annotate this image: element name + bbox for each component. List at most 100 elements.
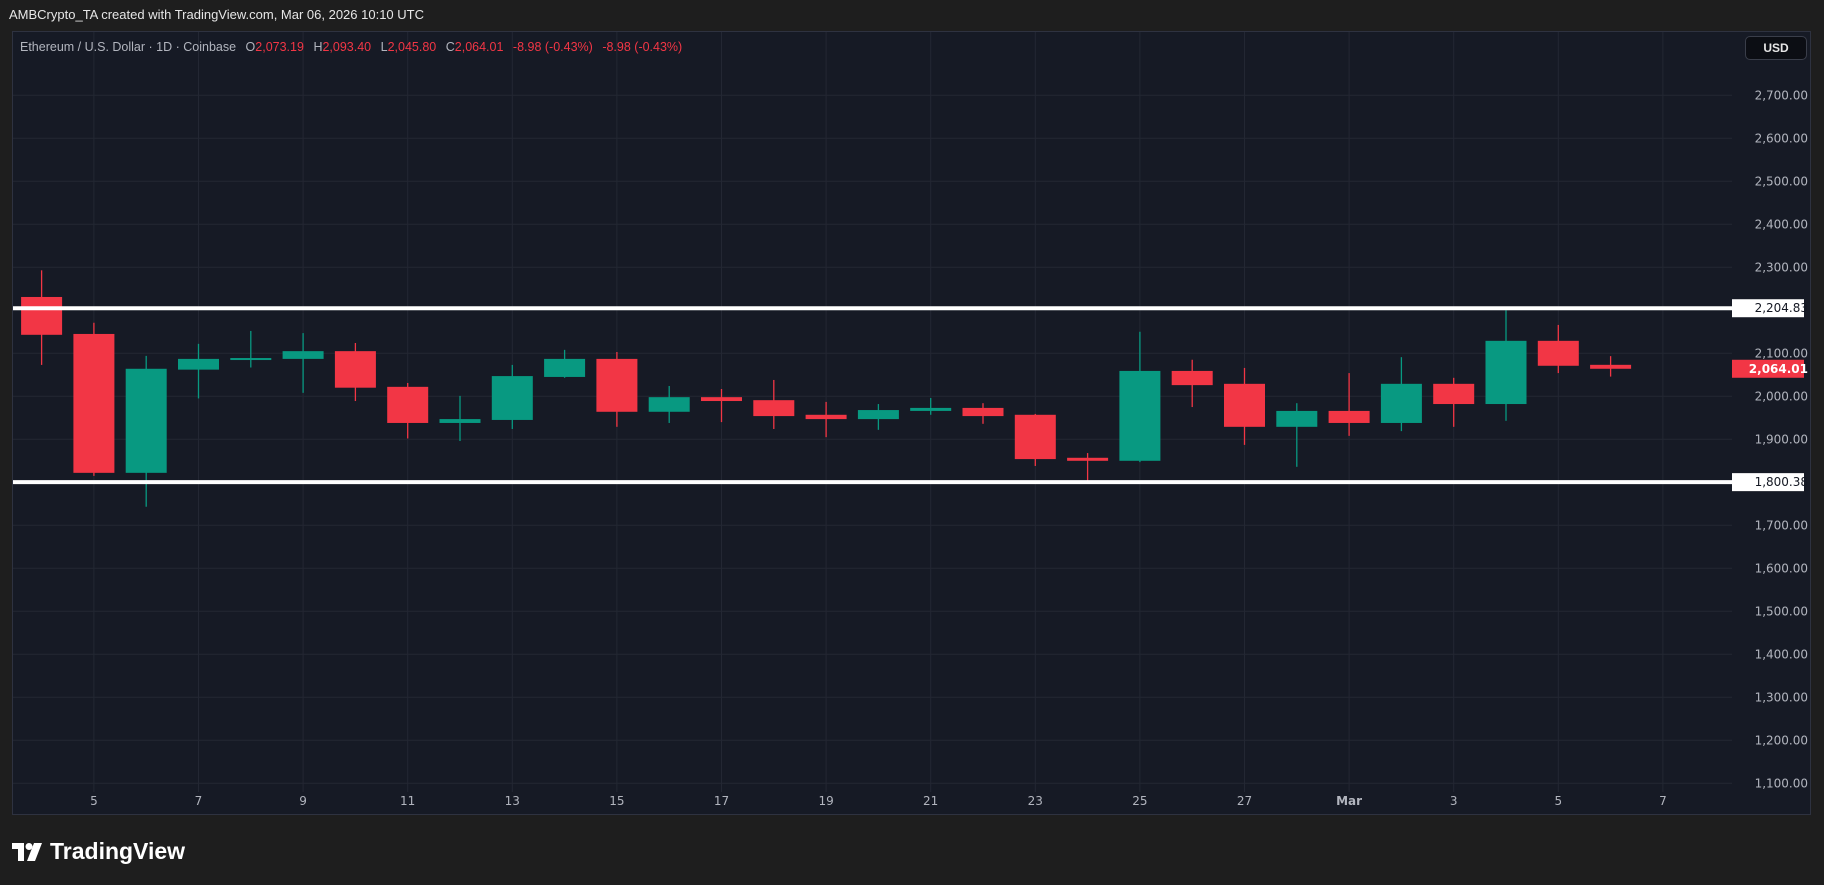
candle (544, 349, 586, 378)
x-tick-label: 9 (299, 794, 307, 808)
candle (125, 355, 167, 507)
tradingview-logo[interactable]: TradingView (12, 838, 185, 865)
support-price-label: 1,800.38 (1755, 475, 1808, 489)
candle-body (73, 333, 115, 473)
y-tick-label: 2,300.00 (1755, 260, 1808, 274)
last-price-label: 2,064.01 (1749, 362, 1808, 376)
candle (1485, 310, 1527, 421)
candle-body (1328, 410, 1370, 423)
candle (1171, 359, 1213, 408)
resistance-price-label: 2,204.83 (1755, 301, 1808, 315)
candle-body (857, 410, 899, 420)
candle-body (1276, 410, 1318, 427)
x-tick-label: 27 (1237, 794, 1252, 808)
candle-body (648, 397, 690, 412)
candle (753, 379, 795, 429)
y-tick-label: 2,600.00 (1755, 131, 1808, 145)
close-value: 2,064.01 (454, 40, 504, 54)
symbol-title: Ethereum / U.S. Dollar · 1D · Coinbase (20, 40, 237, 54)
candle-body (701, 397, 742, 402)
candle (1276, 403, 1318, 467)
candle (21, 270, 63, 365)
candle (1380, 357, 1422, 432)
y-tick-label: 1,500.00 (1755, 604, 1808, 618)
y-tick-label: 1,900.00 (1755, 432, 1808, 446)
candle (73, 322, 115, 476)
candle-body (1537, 340, 1579, 366)
tradingview-logo-icon (12, 842, 42, 861)
candle-body (125, 368, 167, 473)
x-tick-label: 25 (1132, 794, 1147, 808)
x-tick-label: 11 (400, 794, 415, 808)
x-tick-label: 19 (818, 794, 833, 808)
candle (1014, 413, 1056, 466)
x-tick-label: 13 (505, 794, 520, 808)
y-tick-label: 1,600.00 (1755, 561, 1808, 575)
candle-body (544, 358, 586, 377)
candle-body (596, 358, 638, 412)
x-tick-label: 21 (923, 794, 938, 808)
y-tick-label: 2,400.00 (1755, 217, 1808, 231)
currency-button[interactable]: USD (1745, 36, 1807, 60)
x-tick-label: 15 (609, 794, 624, 808)
candle-body (753, 400, 795, 417)
symbol-legend: Ethereum / U.S. Dollar · 1D · Coinbase O… (20, 40, 682, 54)
candle-body (230, 358, 272, 361)
candle-body (387, 386, 429, 423)
change-value-2: -8.98 (-0.43%) (602, 40, 683, 54)
x-tick-label: 3 (1450, 794, 1458, 808)
y-tick-label: 1,100.00 (1755, 776, 1808, 790)
y-tick-label: 2,500.00 (1755, 174, 1808, 188)
candle (648, 385, 690, 423)
candle (910, 398, 952, 415)
candle (962, 403, 1004, 424)
candle (387, 382, 429, 439)
low-label: L (380, 40, 388, 54)
candle (1590, 356, 1632, 377)
x-tick-label: 7 (195, 794, 203, 808)
candle (178, 343, 219, 399)
candle (1224, 367, 1265, 445)
y-tick-label: 2,700.00 (1755, 88, 1808, 102)
candle-body (1224, 383, 1265, 427)
y-tick-label: 1,300.00 (1755, 690, 1808, 704)
y-tick-label: 2,000.00 (1755, 389, 1808, 403)
candle (334, 342, 376, 402)
x-tick-label: 5 (1554, 794, 1562, 808)
candle-body (178, 358, 219, 370)
candle (857, 404, 899, 430)
candlestick-chart[interactable]: 2,700.00 2,600.00 2,500.00 2,400.00 2,300.00… (13, 32, 1812, 816)
candle-body (1433, 383, 1475, 405)
candle (805, 401, 847, 438)
candle (439, 395, 481, 442)
open-value: 2,073.19 (255, 40, 304, 54)
candle (1433, 377, 1475, 427)
y-tick-label: 2,100.00 (1755, 346, 1808, 360)
logo-text: TradingView (50, 838, 186, 864)
candle (282, 333, 324, 393)
y-tick-label: 1,400.00 (1755, 647, 1808, 661)
x-tick-label: Mar (1336, 794, 1362, 808)
candle-body (21, 296, 63, 335)
y-tick-label: 1,700.00 (1755, 518, 1808, 532)
candle-body (1014, 414, 1056, 460)
close-label: C (445, 40, 455, 54)
high-value: 2,093.40 (322, 40, 372, 54)
candle-body (1171, 370, 1213, 386)
open-label: O (245, 40, 256, 54)
candle-body (1485, 340, 1527, 405)
candle (1119, 331, 1161, 463)
candle (1537, 324, 1579, 374)
candle-body (962, 407, 1004, 417)
candle (1328, 373, 1370, 436)
low-value: 2,045.80 (387, 40, 437, 54)
candle-body (1380, 383, 1422, 423)
candle (230, 330, 272, 368)
candle-body (282, 351, 324, 359)
change-value: -8.98 (-0.43%) (512, 40, 593, 54)
chart-pane[interactable]: 2,700.00 2,600.00 2,500.00 2,400.00 2,300.00… (12, 31, 1811, 815)
y-tick-label: 1,200.00 (1755, 733, 1808, 747)
candle (491, 364, 533, 429)
candle-body (491, 376, 533, 420)
x-tick-label: 5 (90, 794, 98, 808)
